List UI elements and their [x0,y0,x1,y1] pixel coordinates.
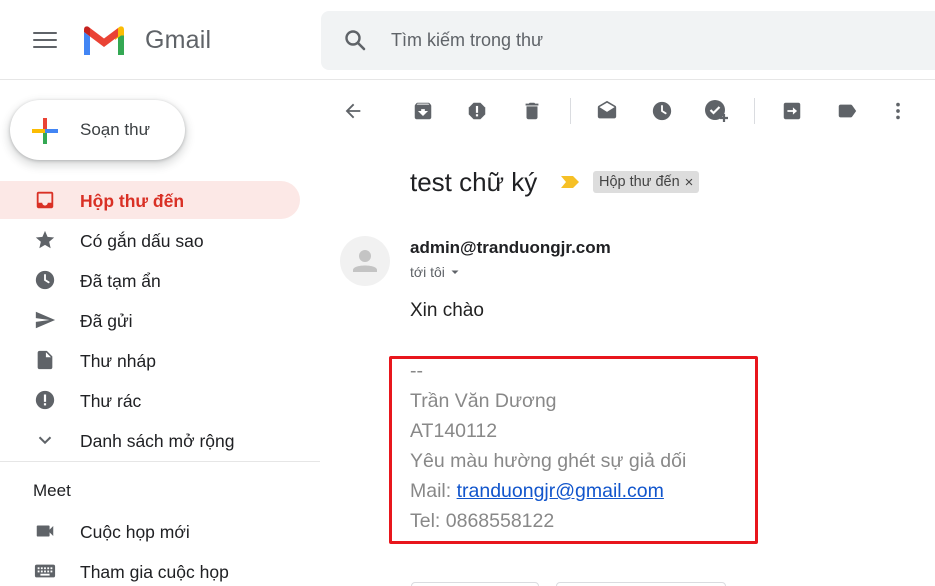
sidebar-item-label: Có gắn dấu sao [80,231,204,251]
email-subject: test chữ ký [410,167,538,197]
sidebar-item-label: Thư nháp [80,351,156,371]
toolbar-separator [754,98,755,124]
sidebar-item-label: Thư rác [80,391,142,411]
signature-mail-prefix: Mail: [410,480,457,502]
toolbar-separator [570,98,571,124]
mark-unread-icon[interactable] [592,96,622,126]
sidebar-item-label: Cuộc họp mới [80,522,190,542]
sidebar-item-sent[interactable]: Đã gửi [0,301,300,339]
signature-code: AT140112 [410,420,498,442]
importance-marker-icon[interactable] [560,175,580,194]
recipient-label: tới tôi [410,264,445,280]
sidebar-item-label: Đã gửi [80,311,133,331]
add-to-tasks-icon[interactable] [702,96,732,126]
search-bar[interactable] [321,11,935,70]
sidebar-item-starred[interactable]: Có gắn dấu sao [0,221,300,259]
star-icon [34,229,56,251]
inbox-label-chip[interactable]: Hộp thư đến × [593,171,700,193]
inbox-icon [34,189,56,211]
archive-icon[interactable] [408,96,438,126]
sidebar-divider [0,461,320,462]
sender-avatar[interactable] [340,236,390,286]
sidebar-item-join-meeting[interactable]: Tham gia cuộc họp [0,552,300,586]
sidebar-item-snoozed[interactable]: Đã tạm ẩn [0,261,300,299]
compose-button[interactable]: Soạn thư [10,100,185,160]
signature-separator: -- [410,360,423,382]
search-icon[interactable] [343,28,367,57]
draft-icon [34,349,56,371]
sidebar-item-more[interactable]: Danh sách mở rộng [0,421,300,459]
label-chip-text: Hộp thư đến [599,174,680,190]
top-bar: Gmail [0,0,935,80]
move-to-icon[interactable] [777,96,807,126]
chevron-down-icon [34,429,56,451]
signature-name: Trần Văn Dương [410,390,557,412]
delete-icon[interactable] [517,96,547,126]
spam-icon [34,389,56,411]
keyboard-icon [34,560,56,582]
signature-tel: Tel: 0868558122 [410,510,555,532]
caret-down-icon [451,270,459,274]
signature-mail-line: Mail: tranduongjr@gmail.com [410,480,664,503]
more-vert-icon[interactable] [883,96,913,126]
sidebar-item-inbox[interactable]: Hộp thư đến [0,181,300,219]
sidebar-item-label: Đã tạm ẩn [80,271,161,291]
sidebar-item-label: Danh sách mở rộng [80,431,235,451]
compose-label: Soạn thư [80,120,150,139]
reply-button[interactable] [411,582,539,586]
report-spam-icon[interactable] [462,96,492,126]
clock-icon [34,269,56,291]
signature-mail-link[interactable]: tranduongjr@gmail.com [457,480,664,502]
meet-section-title: Meet [33,481,71,500]
signature-motto: Yêu màu hường ghét sự giả dối [410,450,687,472]
sidebar-item-label: Tham gia cuộc họp [80,562,229,582]
send-icon [34,309,56,331]
sidebar-item-drafts[interactable]: Thư nháp [0,341,300,379]
video-camera-icon [34,520,56,542]
sidebar-item-spam[interactable]: Thư rác [0,381,300,419]
label-icon[interactable] [832,96,862,126]
email-body-text: Xin chào [410,300,484,321]
gmail-brand-text[interactable]: Gmail [145,26,211,55]
forward-button[interactable] [556,582,726,586]
gmail-logo-icon[interactable] [81,24,127,63]
snooze-icon[interactable] [647,96,677,126]
main-menu-icon[interactable] [33,29,57,51]
compose-plus-icon [30,116,60,151]
search-input[interactable] [391,11,891,70]
sender-address[interactable]: admin@tranduongjr.com [410,238,611,258]
sidebar-item-new-meeting[interactable]: Cuộc họp mới [0,512,300,550]
back-arrow-icon[interactable] [338,96,368,126]
recipient-details-toggle[interactable]: tới tôi [410,264,461,280]
sidebar-item-label: Hộp thư đến [80,191,185,211]
remove-label-icon[interactable]: × [685,174,694,191]
